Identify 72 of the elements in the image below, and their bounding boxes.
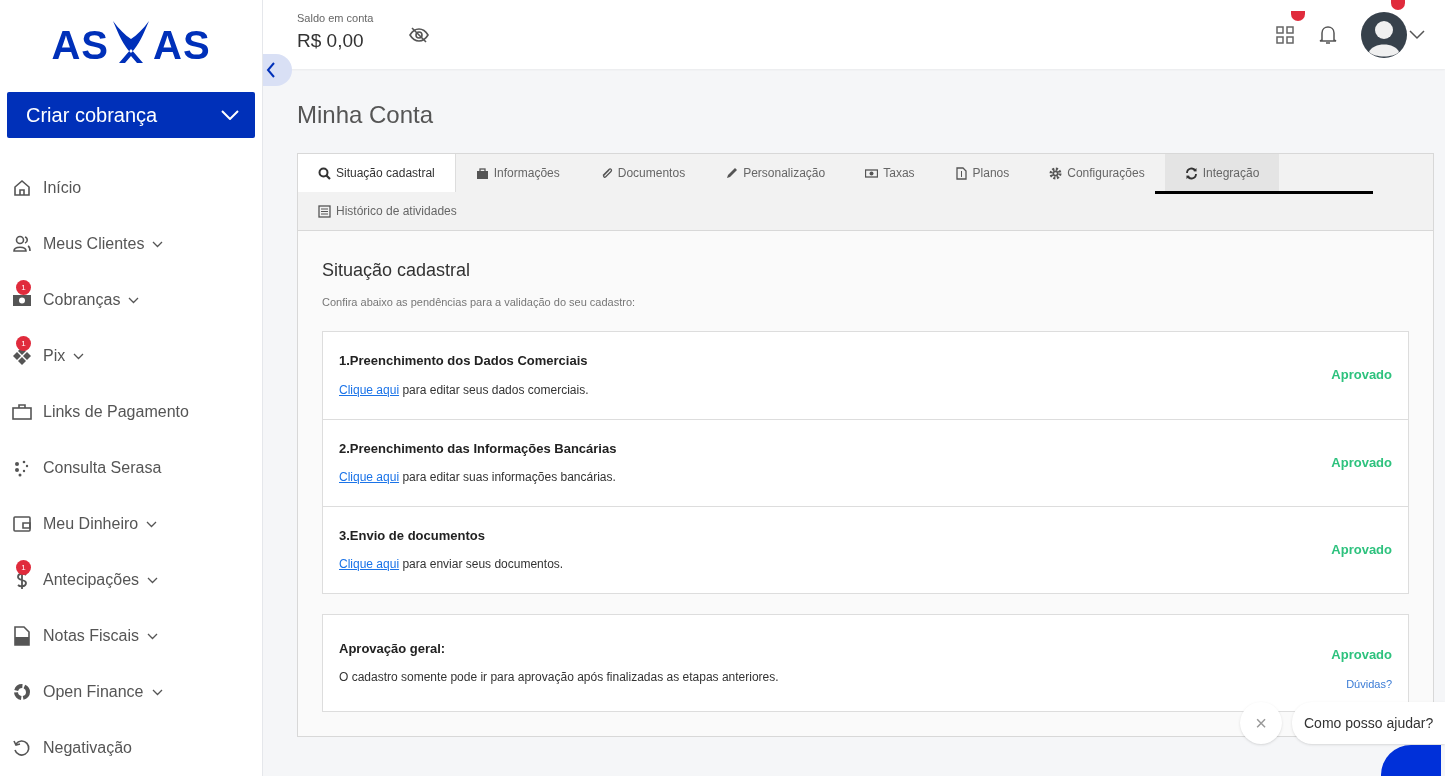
edit-link[interactable]: Clique aqui <box>339 382 400 397</box>
tab[interactable]: Configurações <box>1029 154 1165 192</box>
logo-text: AS <box>51 24 109 65</box>
banknote-icon <box>865 166 879 180</box>
collapse-sidebar-button[interactable] <box>263 54 292 86</box>
tab[interactable]: Histórico de atividades <box>298 192 477 230</box>
page-title: Minha Conta <box>297 100 435 130</box>
chevron-down-icon[interactable] <box>1409 29 1425 40</box>
notification-badge: 1 <box>16 280 31 295</box>
balance-label: Saldo em conta <box>297 13 374 25</box>
tab[interactable]: Personalização <box>705 154 846 192</box>
help-link[interactable]: Dúvidas? <box>1346 676 1392 693</box>
sidebar-item[interactable]: 1 Cobranças <box>0 272 262 328</box>
step-title: 3.Envio de documentos <box>339 526 486 545</box>
tab[interactable]: Planos <box>934 154 1030 192</box>
sidebar-item[interactable]: Links de Pagamento <box>0 384 262 440</box>
briefcase-icon <box>475 166 489 180</box>
logo-text: AS <box>153 24 211 65</box>
notification-badge: 1 <box>16 560 31 575</box>
tab[interactable]: Integração <box>1164 154 1280 192</box>
status-text: Aprovado <box>1331 540 1392 559</box>
briefcase-icon <box>12 402 32 422</box>
status-text: Aprovado <box>1331 366 1392 385</box>
sidebar-item[interactable]: Meu Dinheiro <box>0 496 262 552</box>
bell-icon[interactable] <box>1319 24 1337 45</box>
edit-link[interactable]: Clique aqui <box>339 557 400 572</box>
document-icon <box>12 626 32 646</box>
step-description: Clique aqui para editar seus dados comerciais. <box>339 381 590 399</box>
users-icon <box>12 234 32 254</box>
section-title: Situação cadastral <box>322 259 472 282</box>
search-icon <box>318 166 331 180</box>
edit-link[interactable]: Clique aqui <box>339 470 400 485</box>
overall-description: O cadastro somente pode ir para aprovação após finalizadas as etapas anteriores. <box>339 669 780 687</box>
tab[interactable]: Taxas <box>845 154 935 192</box>
notification-badge: 1 <box>16 336 31 351</box>
step-description: Clique aqui para editar suas informações bancárias. <box>339 469 617 487</box>
status-text: Aprovado <box>1331 453 1392 472</box>
step-title: 2.Preenchimento das Informações Bancárias <box>339 439 618 458</box>
step-title: 1.Preenchimento dos Dados Comerciais <box>339 352 589 371</box>
balance-value: R$ 0,00 <box>297 29 365 54</box>
chat-bubble: Como posso ajudar? <box>1292 702 1445 744</box>
apps-grid-icon[interactable] <box>1275 24 1295 45</box>
wallet-icon <box>12 514 32 534</box>
list-icon <box>318 204 331 218</box>
sidebar-item[interactable]: 1 Pix <box>0 328 262 384</box>
chevron-down-icon <box>221 109 239 120</box>
section-subtitle: Confira abaixo as pendências para a validação do seu cadastro: <box>322 295 637 310</box>
home-icon <box>12 178 32 198</box>
chat-launcher-button[interactable] <box>1381 745 1441 776</box>
history-icon <box>12 738 32 758</box>
tab[interactable]: Situação cadastral <box>298 154 456 192</box>
sidebar-item[interactable]: Meus Clientes <box>0 216 262 272</box>
create-charge-button[interactable]: Criar cobrança <box>7 91 255 138</box>
sidebar-item[interactable]: Negativação <box>0 720 262 776</box>
refresh-icon <box>1184 166 1198 180</box>
overall-title: Aprovação geral: <box>339 639 447 658</box>
step-description: Clique aqui para enviar seus documentos. <box>339 556 565 574</box>
tab[interactable]: Documentos <box>579 154 706 192</box>
sidebar-item[interactable]: 1 Antecipações <box>0 552 262 608</box>
pencil-icon <box>725 166 739 180</box>
settings-icon <box>1049 166 1063 180</box>
status-text: Aprovado <box>1331 645 1392 664</box>
sidebar-item[interactable]: Consulta Serasa <box>0 440 262 496</box>
avatar-icon[interactable] <box>1361 11 1407 58</box>
chevron-left-icon <box>266 62 276 78</box>
sidebar-item[interactable]: Open Finance <box>0 664 262 720</box>
tab[interactable]: Informações <box>455 154 580 192</box>
ring-icon <box>12 682 32 702</box>
eye-off-icon[interactable] <box>409 26 430 43</box>
document-icon <box>954 166 968 180</box>
sidebar-item[interactable]: Início <box>0 160 262 216</box>
sidebar-item[interactable]: Notas Fiscais <box>0 608 262 664</box>
